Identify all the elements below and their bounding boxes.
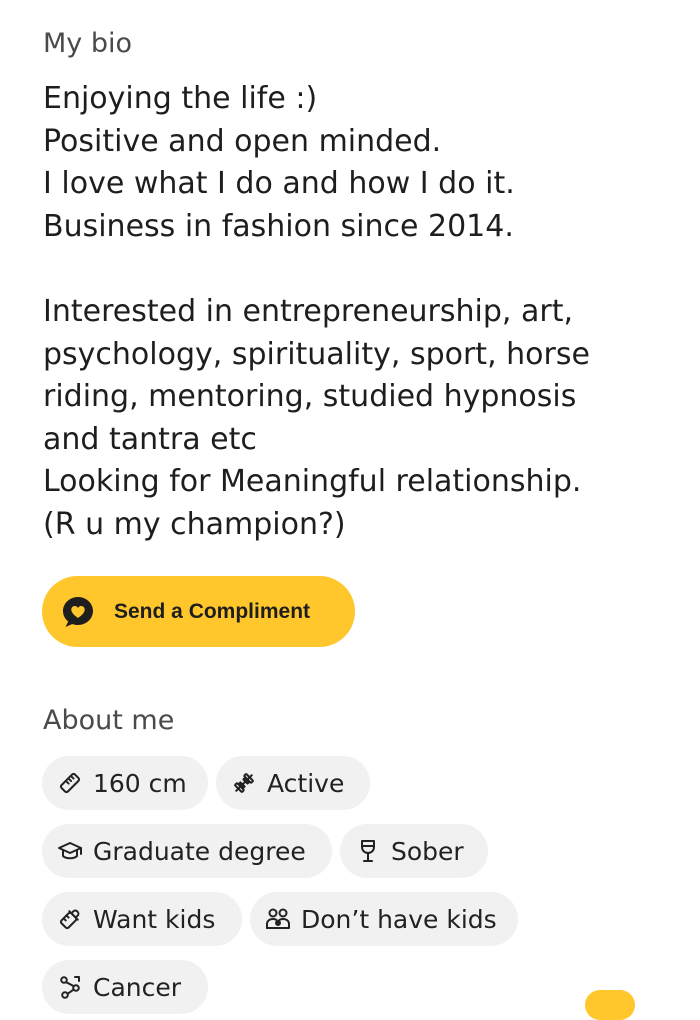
chip-drinking[interactable]: Sober	[340, 824, 488, 878]
bio-line	[43, 248, 683, 291]
chip-label: Cancer	[93, 972, 182, 1002]
bio-line: and tantra etc	[43, 421, 257, 457]
ruler-icon	[57, 770, 83, 796]
chip-label: Want kids	[93, 904, 216, 934]
chip-label: Active	[267, 768, 345, 798]
bio-text: Enjoying the life :) Positive and open m…	[43, 78, 683, 547]
send-compliment-label: Send a Compliment	[114, 599, 311, 623]
bio-line: psychology, spirituality, sport, horse	[43, 336, 590, 372]
baby-bottle-icon	[57, 906, 83, 932]
chip-label: Graduate degree	[93, 836, 306, 866]
bio-line: Interested in entrepreneurship, art,	[43, 293, 573, 329]
bio-heading: My bio	[43, 28, 133, 59]
bio-line: Enjoying the life :)	[43, 81, 318, 116]
chip-label: Sober	[391, 836, 464, 866]
chip-height[interactable]: 160 cm	[42, 756, 208, 810]
chip-label: 160 cm	[93, 768, 187, 798]
send-compliment-button[interactable]: Send a Compliment	[42, 576, 355, 647]
graduation-cap-icon	[57, 838, 83, 864]
zodiac-cancer-icon	[57, 974, 83, 1000]
bio-line: (R u my champion?)	[43, 506, 346, 542]
chip-star-sign[interactable]: Cancer	[42, 960, 208, 1014]
family-icon	[265, 906, 291, 932]
bio-line: I love what I do and how I do it.	[43, 166, 515, 202]
chip-kids[interactable]: Don’t have kids	[250, 892, 518, 946]
floating-action-button[interactable]	[585, 990, 635, 1020]
bio-line: Business in fashion since 2014.	[43, 208, 514, 244]
chip-family-plans[interactable]: Want kids	[42, 892, 242, 946]
chip-education[interactable]: Graduate degree	[42, 824, 332, 878]
wine-glass-icon	[355, 838, 381, 864]
about-heading: About me	[43, 705, 175, 736]
bio-line: Positive and open minded.	[43, 123, 442, 159]
bio-line: Looking for Meaningful relationship.	[43, 464, 582, 500]
dumbbell-icon	[231, 770, 257, 796]
heart-speech-bubble-icon	[60, 594, 96, 630]
chip-label: Don’t have kids	[301, 904, 497, 934]
bio-line: riding, mentoring, studied hypnosis	[43, 379, 577, 415]
chip-exercise[interactable]: Active	[216, 756, 370, 810]
